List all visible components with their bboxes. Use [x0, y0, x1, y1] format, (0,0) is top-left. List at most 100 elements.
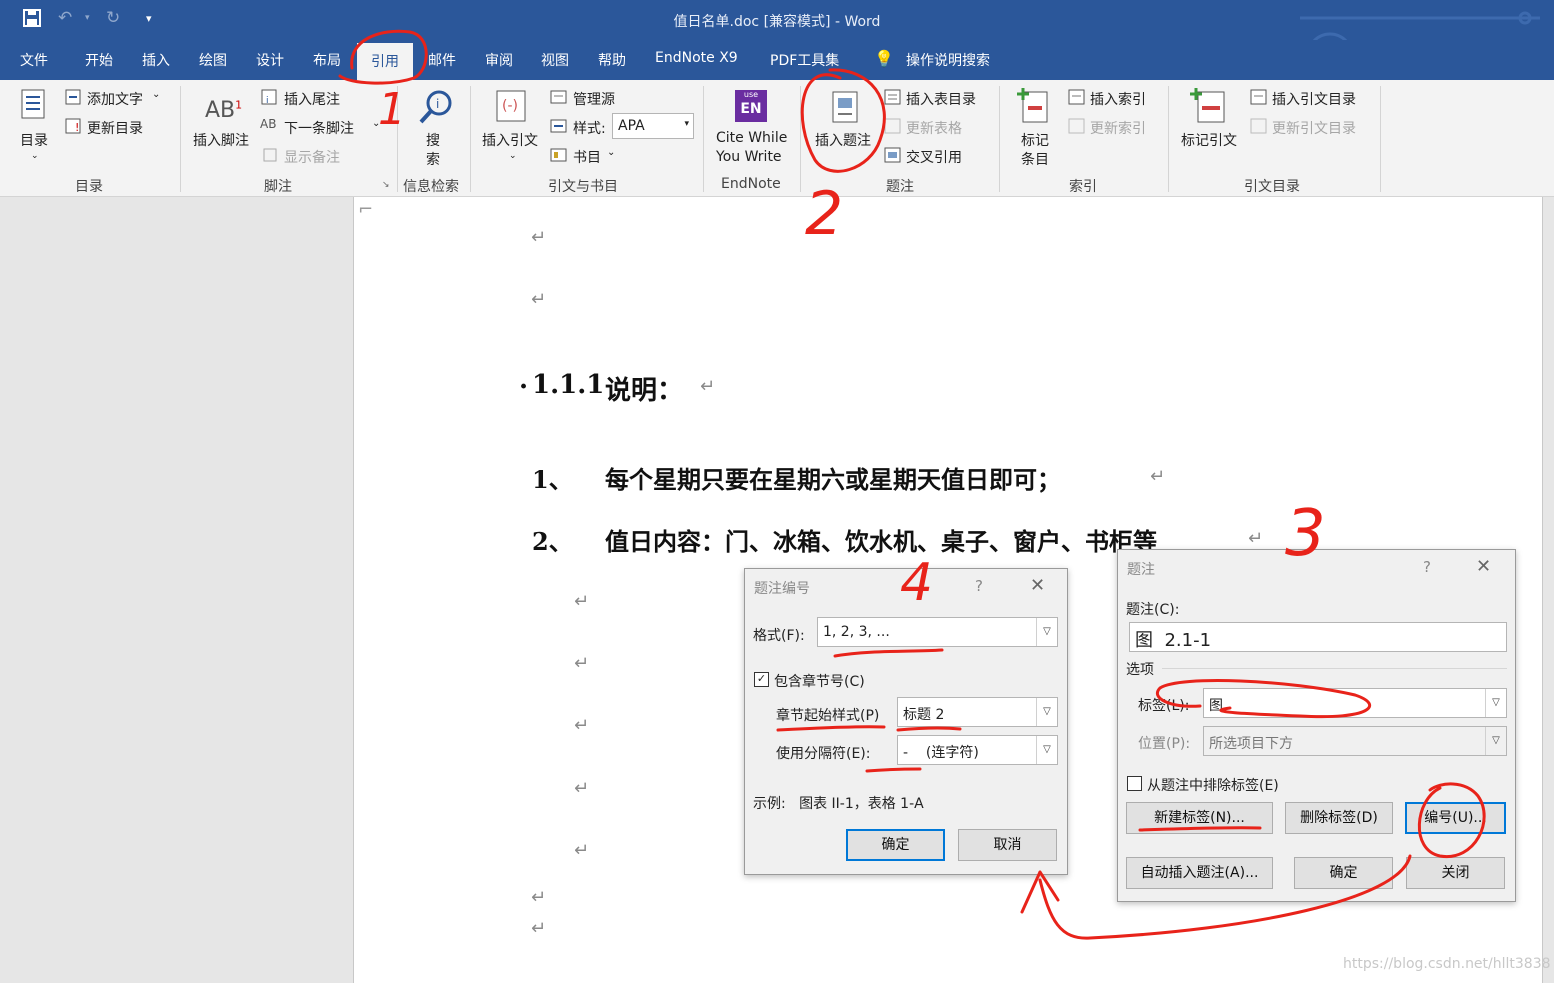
tell-me-search[interactable]: 操作说明搜索: [906, 50, 990, 70]
toc-dropdown-icon[interactable]: ⌄: [31, 151, 39, 161]
toc-button[interactable]: 目录: [20, 130, 48, 150]
help-icon[interactable]: ?: [1423, 558, 1431, 576]
tab-pdf-tools[interactable]: PDF工具集: [770, 50, 839, 70]
insert-citation-dropdown-icon[interactable]: ⌄: [509, 151, 517, 161]
update-index-button[interactable]: 更新索引: [1090, 118, 1146, 138]
next-footnote-dropdown-icon[interactable]: ⌄: [372, 118, 380, 129]
tab-mailings[interactable]: 邮件: [428, 50, 456, 70]
heading-text[interactable]: 说明：: [605, 370, 683, 407]
include-chapter-checkbox[interactable]: ✓: [754, 672, 769, 687]
update-table-button[interactable]: 更新表格: [906, 118, 962, 138]
paragraph-mark: ↵: [574, 840, 590, 861]
group-label-endnote: EndNote: [721, 176, 781, 192]
dialog-launcher-icon[interactable]: ↘: [382, 180, 390, 190]
insert-toa-button[interactable]: 插入引文目录: [1272, 89, 1356, 109]
endnote-logo-text: EN: [740, 101, 762, 117]
tab-file[interactable]: 文件: [20, 50, 48, 70]
separator-select[interactable]: - (连字符) ▽: [897, 735, 1058, 765]
title-bar: ↶ ▾ ↻ ▾ 值日名单.doc [兼容模式] - Word: [0, 0, 1554, 80]
cancel-button[interactable]: 取消: [958, 829, 1057, 861]
position-label: 位置(P):: [1138, 736, 1191, 752]
paragraph-mark: ↵: [531, 227, 547, 248]
chevron-down-icon[interactable]: ▽: [1036, 736, 1057, 764]
mark-citation-icon: [1190, 88, 1225, 123]
list-item-text[interactable]: 值日内容：门、冰箱、饮水机、桌子、窗户、书柜等: [605, 522, 1157, 557]
cite-while-you-write-line1[interactable]: Cite While: [716, 130, 787, 146]
chevron-down-icon[interactable]: ▽: [1036, 618, 1057, 646]
paragraph-mark: ↵: [574, 591, 590, 612]
update-toa-icon: [1250, 118, 1267, 134]
watermark: https://blog.csdn.net/hllt3838: [1343, 956, 1551, 972]
insert-table-of-figures-button[interactable]: 插入表目录: [906, 89, 976, 109]
insert-index-button[interactable]: 插入索引: [1090, 89, 1146, 109]
close-icon[interactable]: ✕: [1476, 556, 1491, 577]
citation-style-select[interactable]: APA ▾: [612, 113, 694, 139]
insert-endnote-button[interactable]: 插入尾注: [284, 89, 340, 109]
caption-input[interactable]: 图 2.1-1: [1129, 622, 1507, 652]
search-button-line2[interactable]: 索: [426, 149, 440, 169]
bibliography-dropdown-icon[interactable]: ⌄: [607, 147, 615, 158]
mark-entry-line1[interactable]: 标记: [1021, 130, 1049, 150]
tab-review[interactable]: 审阅: [485, 50, 513, 70]
help-icon[interactable]: ?: [975, 577, 983, 595]
format-select[interactable]: 1, 2, 3, ... ▽: [817, 617, 1058, 647]
insert-footnote-button[interactable]: 插入脚注: [193, 130, 249, 150]
insert-caption-button[interactable]: 插入题注: [815, 130, 871, 150]
svg-text:i: i: [266, 96, 269, 106]
close-icon[interactable]: ✕: [1030, 575, 1045, 596]
tab-view[interactable]: 视图: [541, 50, 569, 70]
ok-button[interactable]: 确定: [1294, 857, 1393, 889]
add-text-button[interactable]: 添加文字: [87, 89, 143, 109]
citation-style-value: APA: [618, 118, 645, 134]
show-notes-button[interactable]: 显示备注: [284, 147, 340, 167]
mark-entry-line2[interactable]: 条目: [1021, 149, 1049, 169]
mark-citation-button[interactable]: 标记引文: [1181, 130, 1237, 150]
tab-endnote[interactable]: EndNote X9: [655, 50, 738, 66]
list-item-text[interactable]: 每个星期只要在星期六或星期天值日即可；: [605, 460, 1061, 495]
tab-layout[interactable]: 布局: [313, 50, 341, 70]
cross-reference-button[interactable]: 交叉引用: [906, 147, 962, 167]
chevron-down-icon[interactable]: ▽: [1485, 689, 1506, 717]
search-button-line1[interactable]: 搜: [426, 130, 440, 150]
insert-citation-button[interactable]: 插入引文: [482, 130, 538, 150]
add-text-dropdown-icon[interactable]: ⌄: [152, 89, 160, 100]
new-label-button[interactable]: 新建标签(N)...: [1126, 802, 1273, 834]
list-item-number[interactable]: 1、: [532, 460, 573, 495]
style-dropdown-icon[interactable]: ▾: [684, 119, 689, 129]
exclude-label-text[interactable]: 从题注中排除标签(E): [1147, 775, 1279, 795]
list-item-number[interactable]: 2、: [532, 522, 573, 557]
tab-help[interactable]: 帮助: [598, 50, 626, 70]
ok-button[interactable]: 确定: [846, 829, 945, 861]
group-separator: [470, 86, 471, 192]
group-label-toa: 引文目录: [1244, 179, 1300, 195]
tab-references[interactable]: 引用: [357, 43, 413, 80]
group-separator: [1168, 86, 1169, 192]
bibliography-button[interactable]: 书目: [573, 147, 601, 167]
manage-sources-button[interactable]: 管理源: [573, 89, 615, 109]
position-select[interactable]: 所选项目下方 ▽: [1203, 726, 1507, 756]
heading-number[interactable]: 1.1.1: [532, 370, 604, 400]
exclude-label-checkbox[interactable]: [1127, 776, 1142, 791]
include-chapter-label[interactable]: 包含章节号(C): [774, 671, 865, 691]
cite-while-you-write-line2[interactable]: You Write: [716, 149, 782, 165]
tab-home[interactable]: 开始: [85, 50, 113, 70]
numbering-button[interactable]: 编号(U)...: [1405, 802, 1506, 834]
endnote-logo-small: use: [743, 90, 759, 99]
update-toc-button[interactable]: 更新目录: [87, 118, 143, 138]
group-label-research: 信息检索: [403, 179, 459, 195]
autocaption-button[interactable]: 自动插入题注(A)...: [1126, 857, 1273, 889]
chevron-down-icon[interactable]: ▽: [1036, 698, 1057, 726]
group-label-index: 索引: [1069, 179, 1097, 195]
tab-insert[interactable]: 插入: [142, 50, 170, 70]
tab-design[interactable]: 设计: [256, 50, 284, 70]
delete-label-button[interactable]: 删除标签(D): [1285, 802, 1393, 834]
close-button[interactable]: 关闭: [1406, 857, 1505, 889]
update-table-icon: [884, 118, 901, 134]
next-footnote-button[interactable]: 下一条脚注: [284, 118, 354, 138]
paragraph-mark: ↵: [574, 778, 590, 799]
chevron-down-icon[interactable]: ▽: [1485, 727, 1506, 755]
update-toa-button[interactable]: 更新引文目录: [1272, 118, 1356, 138]
label-select[interactable]: 图 ▽: [1203, 688, 1507, 718]
chapter-style-select[interactable]: 标题 2 ▽: [897, 697, 1058, 727]
tab-draw[interactable]: 绘图: [199, 50, 227, 70]
